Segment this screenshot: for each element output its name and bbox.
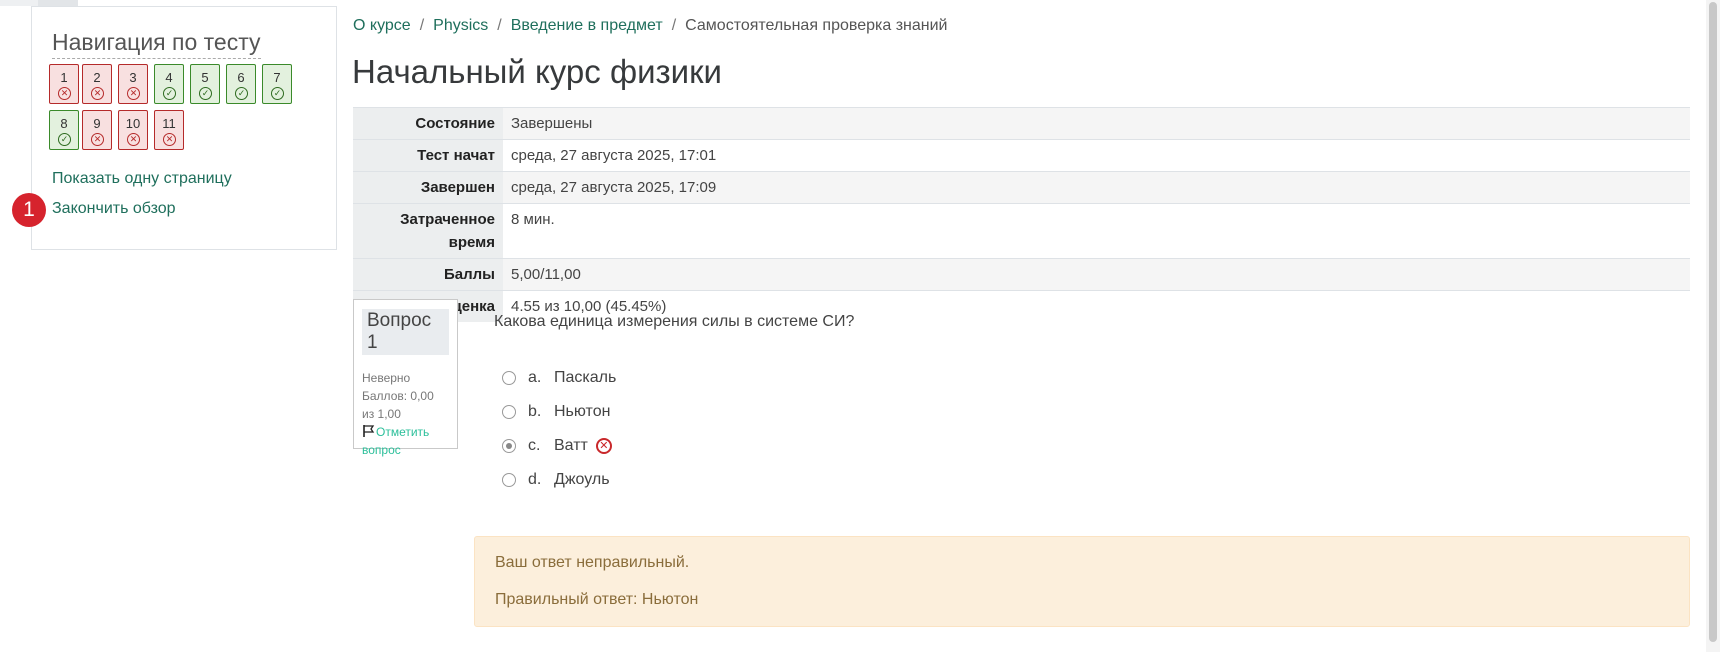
question-nav-button-2[interactable]: 2 ✕ [82, 64, 112, 104]
question-nav-number: 3 [129, 70, 137, 85]
answer-text: Паскаль [554, 369, 617, 386]
question-nav-number: 11 [162, 116, 176, 131]
question-nav-button-4[interactable]: 4 ✓ [154, 64, 184, 104]
summary-row-marks: Баллы 5,00/11,00 [353, 258, 1690, 291]
incorrect-icon: ✕ [91, 87, 104, 100]
question-nav-number: 5 [201, 70, 209, 85]
quiz-summary-table: Состояние Завершены Тест начат среда, 27… [353, 107, 1690, 322]
answer-feedback: Ваш ответ неправильный. Правильный ответ… [474, 536, 1690, 627]
summary-value: Завершены [503, 107, 1690, 140]
breadcrumb: О курсе / Physics / Введение в предмет / Самос… [353, 17, 947, 35]
incorrect-icon: ✕ [91, 133, 104, 146]
summary-value: 5,00/11,00 [503, 258, 1690, 291]
summary-value: среда, 27 августа 2025, 17:09 [503, 171, 1690, 204]
question-nav-number: 10 [125, 116, 141, 131]
summary-value: 8 мин. [503, 203, 1690, 259]
correct-icon: ✓ [271, 87, 284, 100]
question-nav-button-1[interactable]: 1 ✕ [49, 64, 79, 104]
incorrect-icon: ✕ [127, 87, 140, 100]
answer-text: Ньютон [554, 403, 611, 420]
question-mark: Баллов: 0,00 из 1,00 [362, 389, 434, 421]
quiz-navigation-title: Навигация по тесту [52, 29, 261, 59]
flag-question-link[interactable]: Отметить вопрос [362, 423, 449, 459]
question-info-box: Вопрос 1 Неверно Баллов: 0,00 из 1,00 От… [353, 299, 458, 457]
correct-icon: ✓ [163, 87, 176, 100]
quiz-navigation-block: Навигация по тесту 1 ✕ 2 ✕ 3 ✕ 4 ✓ 5 ✓ 6 ✓ 7 ✓ … [31, 6, 337, 250]
question-nav-number: 6 [237, 70, 245, 85]
answer-radio[interactable] [502, 371, 516, 385]
question-nav-button-8[interactable]: 8 ✓ [49, 110, 79, 150]
answer-radio[interactable] [502, 473, 516, 487]
breadcrumb-item-physics[interactable]: Physics [433, 17, 488, 34]
answer-radio[interactable] [502, 405, 516, 419]
summary-label: Затраченное время [353, 203, 503, 259]
question-state: Неверно [362, 371, 411, 385]
correct-icon: ✓ [58, 133, 71, 146]
summary-row-started: Тест начат среда, 27 августа 2025, 17:01 [353, 139, 1690, 172]
answer-letter: c. [528, 437, 541, 454]
answer-letter: b. [528, 403, 542, 420]
question-nav-button-3[interactable]: 3 ✕ [118, 64, 148, 104]
correct-icon: ✓ [235, 87, 248, 100]
question-nav-button-6[interactable]: 6 ✓ [226, 64, 256, 104]
question-nav-button-7[interactable]: 7 ✓ [262, 64, 292, 104]
question-nav-number: 8 [60, 116, 68, 131]
answer-option-d[interactable]: d. Джоуль [502, 471, 610, 489]
scrollbar[interactable] [1706, 0, 1720, 652]
incorrect-icon: ✕ [58, 87, 71, 100]
answer-option-a[interactable]: a. Паскаль [502, 369, 616, 387]
summary-value: среда, 27 августа 2025, 17:01 [503, 139, 1690, 172]
answer-letter: a. [528, 369, 542, 386]
feedback-incorrect: Ваш ответ неправильный. [495, 554, 690, 571]
summary-label: Состояние [353, 107, 503, 140]
breadcrumb-item-intro[interactable]: Введение в предмет [511, 17, 663, 34]
summary-row-time: Затраченное время 8 мин. [353, 203, 1690, 259]
question-nav-number: 1 [60, 70, 68, 85]
answer-letter: d. [528, 471, 542, 488]
answer-option-b[interactable]: b. Ньютон [502, 403, 610, 421]
step-number-badge: 1 [12, 193, 46, 227]
summary-row-completed: Завершен среда, 27 августа 2025, 17:09 [353, 171, 1690, 204]
feedback-right-answer: Правильный ответ: Ньютон [495, 591, 699, 608]
breadcrumb-separator: / [497, 17, 502, 34]
summary-label: Завершен [353, 171, 503, 204]
page-title: Начальный курс физики [352, 53, 722, 90]
show-one-page-link[interactable]: Показать одну страницу [52, 170, 232, 188]
summary-label: Баллы [353, 258, 503, 291]
question-nav-button-10[interactable]: 10 ✕ [118, 110, 148, 150]
correct-icon: ✓ [199, 87, 212, 100]
question-nav-button-5[interactable]: 5 ✓ [190, 64, 220, 104]
summary-row-state: Состояние Завершены [353, 107, 1690, 140]
breadcrumb-separator: / [419, 17, 425, 34]
question-nav-button-11[interactable]: 11 ✕ [154, 110, 184, 150]
incorrect-answer-icon: ✕ [595, 438, 612, 454]
breadcrumb-item-course[interactable]: О курсе [353, 17, 411, 34]
scrollbar-thumb[interactable] [1709, 2, 1717, 642]
question-nav-number: 2 [93, 70, 101, 85]
incorrect-icon: ✕ [127, 133, 140, 146]
question-nav-number: 7 [273, 70, 281, 85]
incorrect-icon: ✕ [163, 133, 176, 146]
finish-review-link[interactable]: Закончить обзор [52, 200, 176, 218]
answer-text: Джоуль [554, 471, 610, 488]
breadcrumb-separator: / [671, 17, 677, 34]
answer-option-c[interactable]: c. Ватт ✕ [502, 437, 612, 455]
breadcrumb-item-current: Самостоятельная проверка знаний [685, 17, 948, 34]
summary-label: Тест начат [353, 139, 503, 172]
answer-radio-selected[interactable] [502, 439, 516, 453]
question-number: Вопрос 1 [362, 309, 449, 355]
question-nav-button-9[interactable]: 9 ✕ [82, 110, 112, 150]
question-nav-number: 4 [165, 70, 173, 85]
answer-text: Ватт [554, 437, 588, 454]
question-text: Какова единица измерения силы в системе … [494, 313, 855, 330]
question-nav-number: 9 [93, 116, 101, 131]
flag-icon [363, 425, 375, 437]
